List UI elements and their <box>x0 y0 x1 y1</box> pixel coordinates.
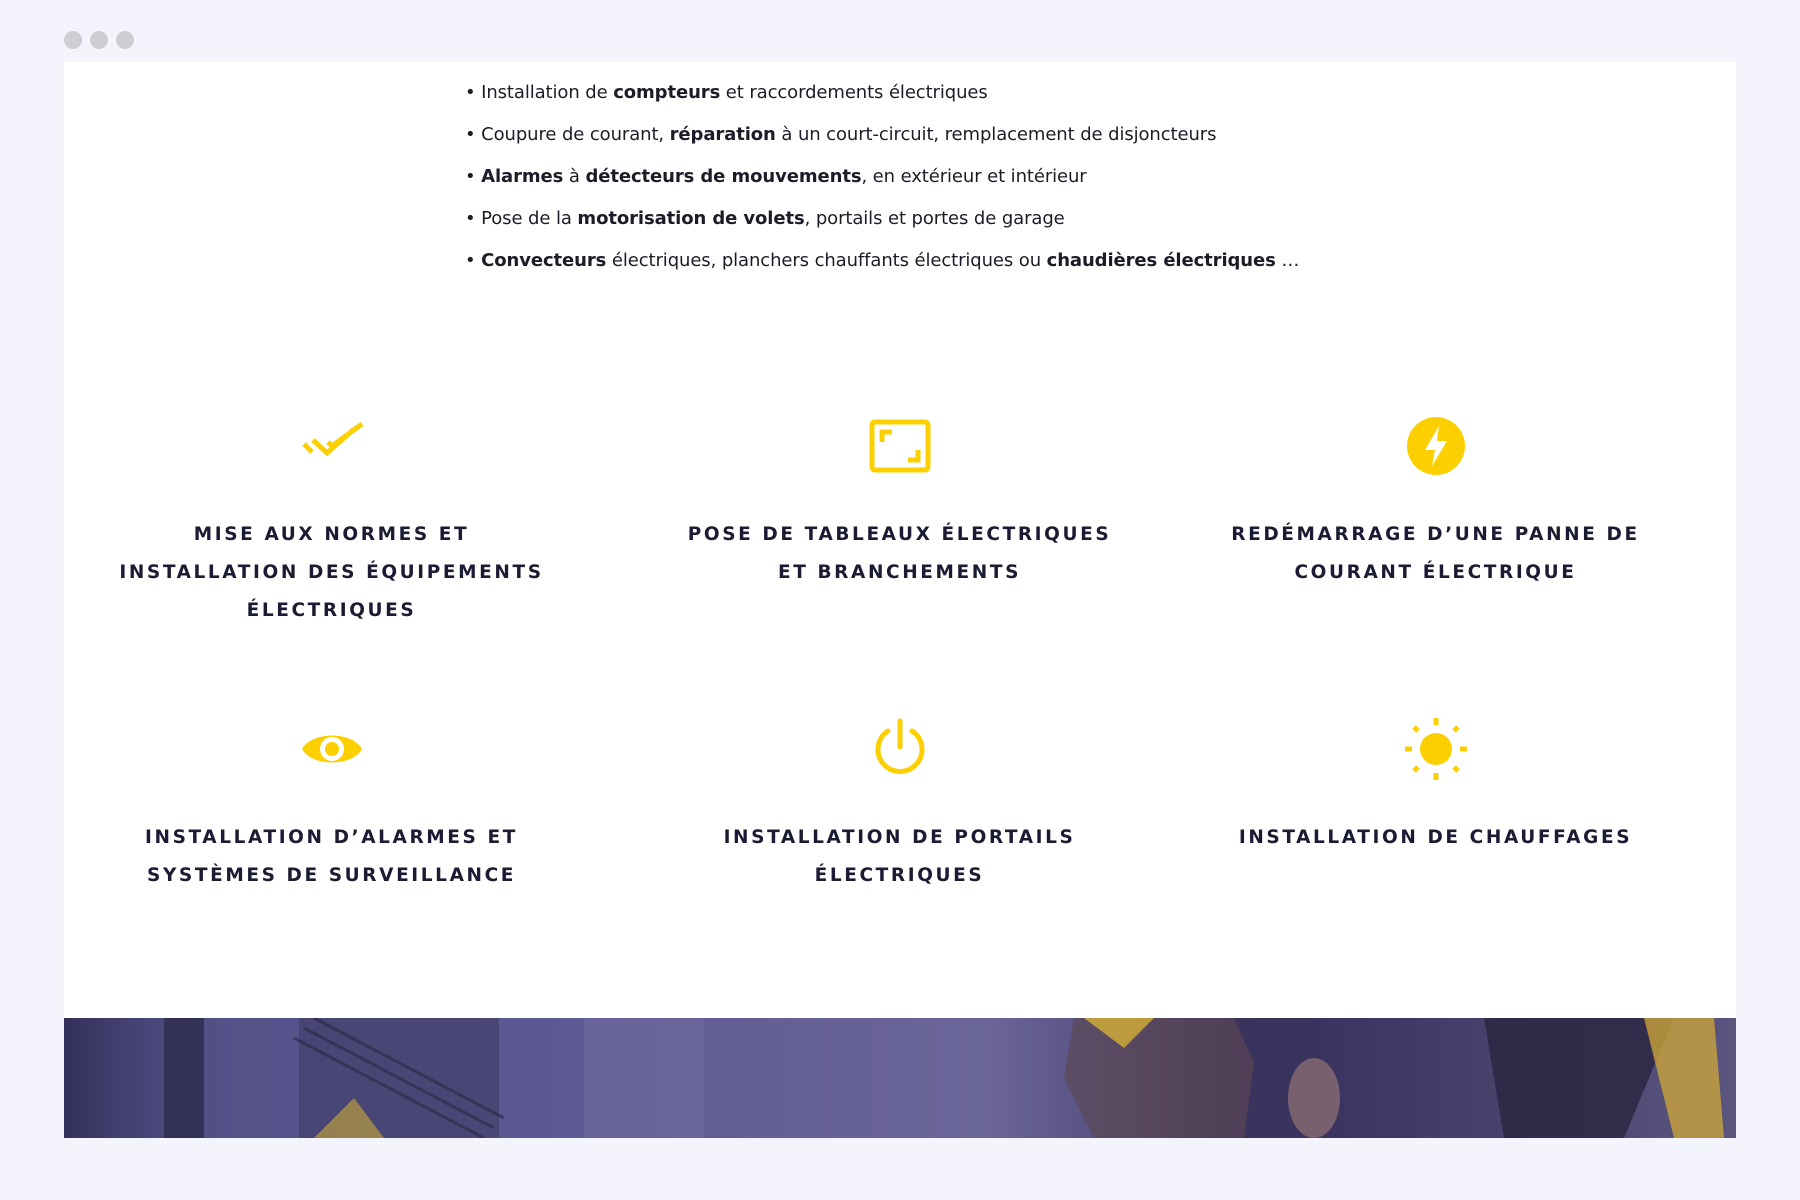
hero-image-electrician <box>64 1018 1736 1138</box>
service-title: REDÉMARRAGE D’UNE PANNE DE COURANT ÉLECT… <box>1231 524 1640 583</box>
eye-icon <box>301 735 362 763</box>
service-title: POSE DE TABLEAUX ÉLECTRIQUES ET BRANCHEM… <box>687 524 1112 583</box>
window-dot-icon <box>116 31 134 49</box>
service-item-normes: MISE AUX NORMES ET INSTALLATION DES ÉQUI… <box>64 414 599 630</box>
window-controls <box>64 31 134 49</box>
power-icon <box>875 718 924 774</box>
service-item-chauffages: INSTALLATION DE CHAUFFAGES <box>1168 717 1703 857</box>
services-grid: MISE AUX NORMES ET INSTALLATION DES ÉQUI… <box>64 62 1736 886</box>
frame-icon <box>869 419 930 473</box>
service-item-panne: REDÉMARRAGE D’UNE PANNE DE COURANT ÉLECT… <box>1168 414 1703 592</box>
service-item-alarmes: INSTALLATION D’ALARMES ET SYSTÈMES DE SU… <box>64 717 599 895</box>
window-dot-icon <box>90 31 108 49</box>
sun-icon <box>1404 718 1467 780</box>
service-title: MISE AUX NORMES ET INSTALLATION DES ÉQUI… <box>119 524 544 621</box>
service-item-portails: INSTALLATION DE PORTAILS ÉLECTRIQUES <box>632 717 1167 895</box>
electrician-photo-illustration <box>64 1018 1736 1138</box>
service-title: INSTALLATION D’ALARMES ET SYSTÈMES DE SU… <box>145 827 518 886</box>
service-title: INSTALLATION DE CHAUFFAGES <box>1238 827 1633 848</box>
service-title: INSTALLATION DE PORTAILS ÉLECTRIQUES <box>723 827 1076 886</box>
lightning-icon <box>1406 417 1465 475</box>
page-content: • Installation de compteurs et raccordem… <box>64 62 1736 1138</box>
double-check-icon <box>301 421 363 457</box>
service-item-tableaux: POSE DE TABLEAUX ÉLECTRIQUES ET BRANCHEM… <box>632 414 1167 592</box>
window-dot-icon <box>64 31 82 49</box>
